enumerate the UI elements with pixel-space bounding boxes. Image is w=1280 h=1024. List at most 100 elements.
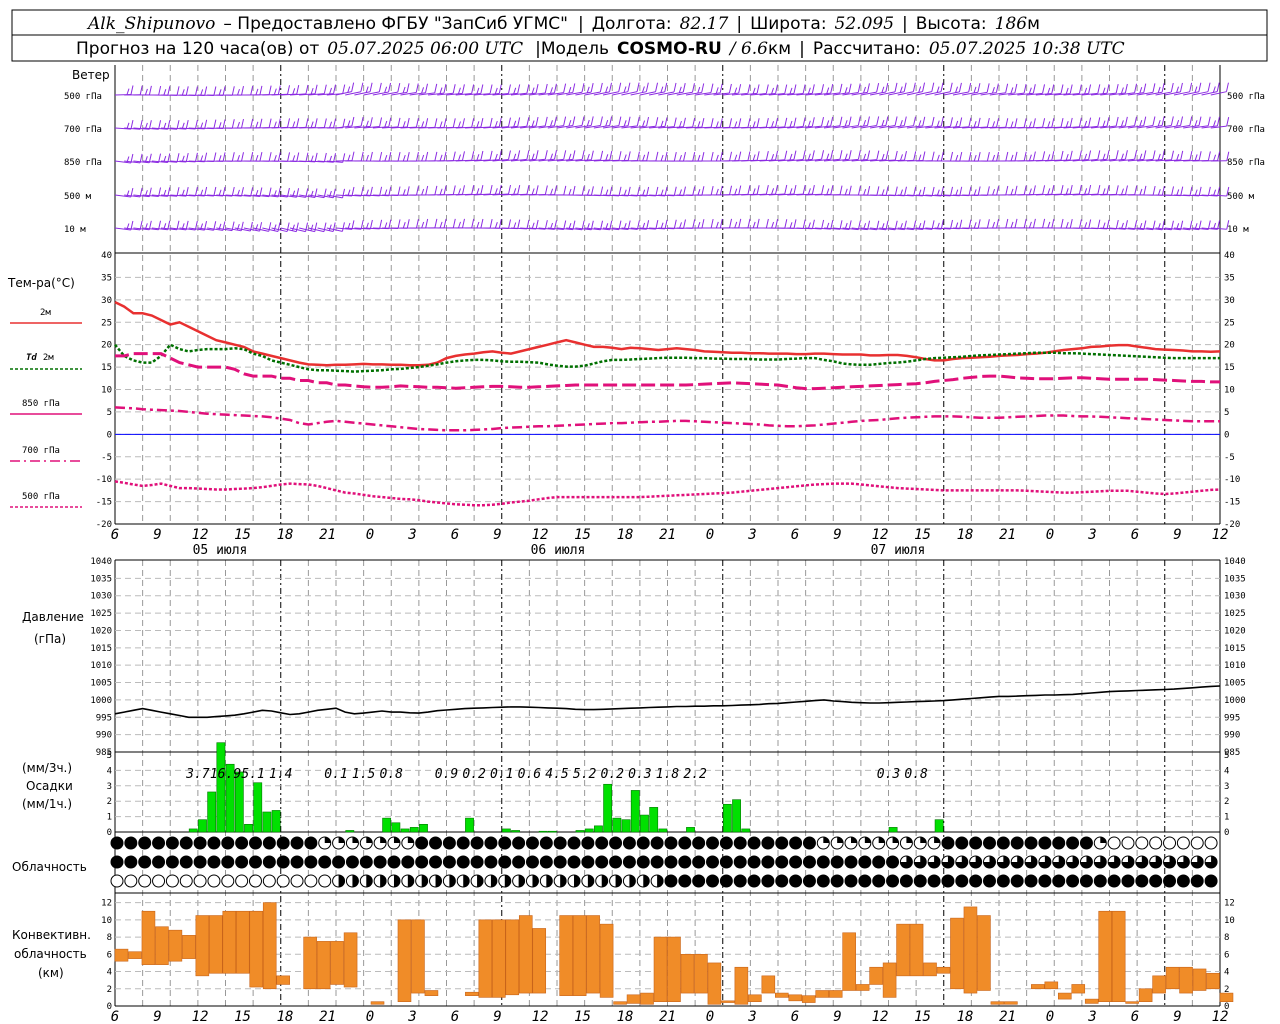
- cloud-symbol-fill: [1080, 837, 1093, 849]
- conv-bar: [1044, 981, 1059, 990]
- pres-y-tick: 1025: [90, 609, 112, 619]
- wind-barb-feather: [830, 220, 834, 230]
- conv-bar: [168, 929, 183, 962]
- cloud-symbol: [1066, 874, 1080, 888]
- cloud-symbol: [152, 855, 166, 869]
- cloud-symbol-fill: [512, 837, 525, 849]
- wind-barb: [648, 82, 668, 96]
- cloud-symbol: [733, 836, 747, 850]
- wind-barb-feather: [931, 220, 935, 230]
- cloud-symbol: [996, 855, 1010, 869]
- wind-barb: [925, 82, 944, 96]
- wind-barb: [777, 117, 797, 129]
- wind-barb-feather: [273, 121, 277, 128]
- wind-barb-feather: [1042, 218, 1046, 228]
- wind-barb-feather: [1032, 185, 1036, 195]
- wind-barb-feather: [425, 151, 429, 162]
- wind-barb-feather: [554, 150, 557, 160]
- cloud-symbol: [387, 855, 401, 869]
- legend-td-label: Td 2м: [26, 353, 54, 363]
- precip-3h-total: 16.9: [210, 767, 241, 782]
- wind-barb-feather: [936, 86, 940, 93]
- temp-y-tick: -10: [96, 475, 112, 485]
- model-res-unit: км: [768, 39, 791, 59]
- cloud-symbol-fill: [775, 837, 788, 849]
- wind-barb-feather: [1014, 218, 1018, 229]
- wind-barb: [667, 82, 686, 96]
- conv-bar: [155, 926, 169, 965]
- wind-barb-feather: [498, 84, 502, 94]
- cloud-symbol-fill: [449, 875, 456, 887]
- cloud-symbol: [761, 874, 775, 888]
- cloud-symbol: [401, 836, 415, 850]
- wind-barb-feather: [1102, 188, 1106, 195]
- x-tick-label: 15: [574, 1009, 591, 1024]
- cloud-symbol-fill: [366, 837, 373, 843]
- wind-barb-feather: [830, 116, 834, 127]
- x-tick-label: 12: [192, 527, 209, 543]
- conv-bar: [465, 991, 479, 996]
- pres-y-tick: 1040: [90, 557, 112, 567]
- precip-unit-3h: (мм/3ч.): [22, 761, 72, 775]
- x-tick-label: 18: [277, 527, 294, 543]
- wind-barb-feather: [185, 186, 189, 197]
- lon-label: Долгота:: [592, 14, 672, 34]
- cloud-symbol-fill: [221, 837, 234, 849]
- wind-barb-feather: [679, 154, 682, 162]
- cloud-symbol: [415, 855, 429, 869]
- cloud-symbol: [1135, 836, 1149, 850]
- wind-barb-feather: [863, 119, 866, 127]
- wind-barb-feather: [218, 155, 222, 162]
- wind-barb-feather: [329, 121, 333, 128]
- conv-bar: [896, 923, 910, 977]
- legend-700-label: 700 гПа: [22, 446, 60, 456]
- wind-barb-feather: [296, 152, 300, 162]
- precip-bar: [934, 819, 944, 833]
- wind-barb-feather: [568, 119, 572, 127]
- temp-y-tick: -20: [96, 520, 112, 530]
- wind-barb-feather: [1023, 118, 1027, 128]
- cloud-symbol-fill: [761, 856, 774, 868]
- wind-barb-feather: [986, 186, 990, 196]
- precip-bar: [253, 782, 263, 833]
- wind-barb-feather: [489, 84, 493, 94]
- wind-barb: [639, 82, 659, 96]
- wind-barb-feather: [439, 87, 443, 94]
- cloud-symbol-fill: [346, 856, 359, 868]
- wind-barb: [501, 117, 521, 129]
- wind-barb-feather: [1005, 118, 1009, 128]
- wind-barb: [538, 185, 558, 196]
- wind-barb-feather: [793, 184, 797, 195]
- cloud-symbol-circle: [1163, 836, 1177, 850]
- cloud-symbol: [262, 836, 276, 850]
- temp-y-tick-right: 10: [1224, 386, 1235, 396]
- cloud-symbol: [165, 874, 179, 888]
- conv-bar: [586, 915, 600, 994]
- wind-barb-feather: [734, 221, 738, 229]
- cloud-symbol-fill: [817, 875, 830, 887]
- temp-y-tick: 40: [101, 251, 112, 261]
- wind-barb-feather: [968, 152, 972, 162]
- wind-barb-feather: [1120, 120, 1124, 127]
- cloud-symbol-fill: [124, 837, 137, 849]
- cloud-symbol: [110, 874, 124, 888]
- cloud-symbol: [595, 855, 609, 869]
- wind-barb-feather: [397, 117, 401, 127]
- wind-barb: [1118, 220, 1138, 230]
- wind-barb-feather: [351, 82, 355, 92]
- conv-bar: [330, 941, 344, 985]
- wind-barb-feather: [1120, 87, 1124, 94]
- wind-barb: [335, 82, 355, 96]
- wind-barb-feather: [605, 119, 609, 127]
- wind-barb: [114, 120, 134, 130]
- wind-barb-feather: [950, 151, 954, 162]
- cloud-symbol: [1163, 836, 1177, 850]
- wind-barb-feather: [531, 153, 535, 160]
- precip-y-tick-right: 2: [1224, 797, 1229, 807]
- wind-barb-feather: [218, 89, 222, 96]
- cloud-symbol-fill: [720, 837, 733, 849]
- x-tick-label: 21: [319, 527, 336, 543]
- wind-barb-feather: [807, 120, 811, 127]
- cloud-symbol-circle: [124, 874, 138, 888]
- wind-barb-feather: [771, 188, 775, 195]
